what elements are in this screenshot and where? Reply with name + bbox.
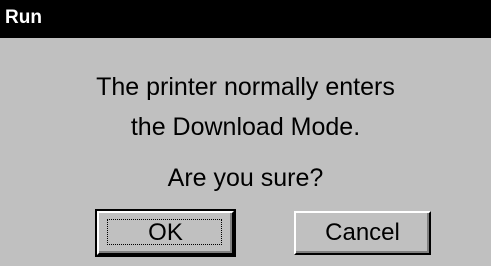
- cancel-button[interactable]: Cancel: [294, 211, 431, 255]
- title-bar[interactable]: Run: [0, 0, 491, 38]
- message-line-2: the Download Mode.: [130, 113, 361, 141]
- window-title: Run: [5, 7, 42, 28]
- confirmation-question: Are you sure?: [167, 164, 324, 192]
- message-line-1: The printer normally enters: [96, 73, 395, 101]
- ok-button-label: OK: [148, 219, 183, 246]
- ok-button[interactable]: OK: [95, 209, 236, 257]
- cancel-button-label: Cancel: [325, 219, 400, 246]
- run-dialog: Run The printer normally enters the Down…: [0, 0, 491, 266]
